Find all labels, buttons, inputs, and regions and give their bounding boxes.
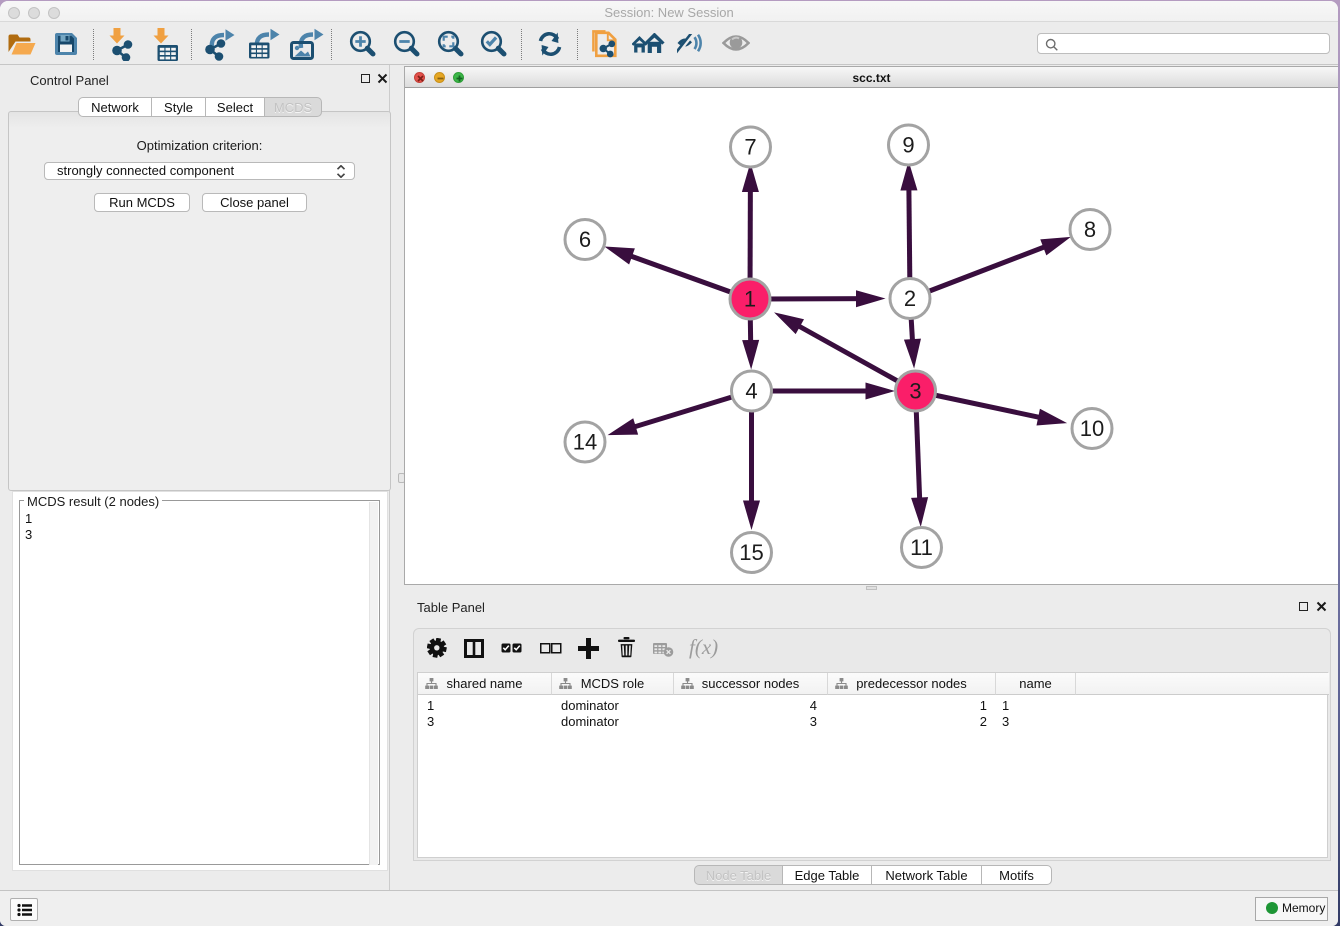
- svg-text:1: 1: [744, 287, 756, 312]
- svg-text:4: 4: [745, 379, 757, 404]
- svg-text:7: 7: [744, 135, 756, 160]
- svg-text:2: 2: [904, 286, 916, 311]
- svg-text:11: 11: [910, 535, 933, 560]
- svg-text:9: 9: [902, 133, 914, 158]
- svg-text:14: 14: [573, 430, 597, 455]
- svg-text:10: 10: [1080, 416, 1104, 441]
- svg-text:8: 8: [1084, 217, 1096, 242]
- svg-text:3: 3: [909, 379, 921, 404]
- svg-text:6: 6: [579, 227, 591, 252]
- svg-text:15: 15: [739, 540, 763, 565]
